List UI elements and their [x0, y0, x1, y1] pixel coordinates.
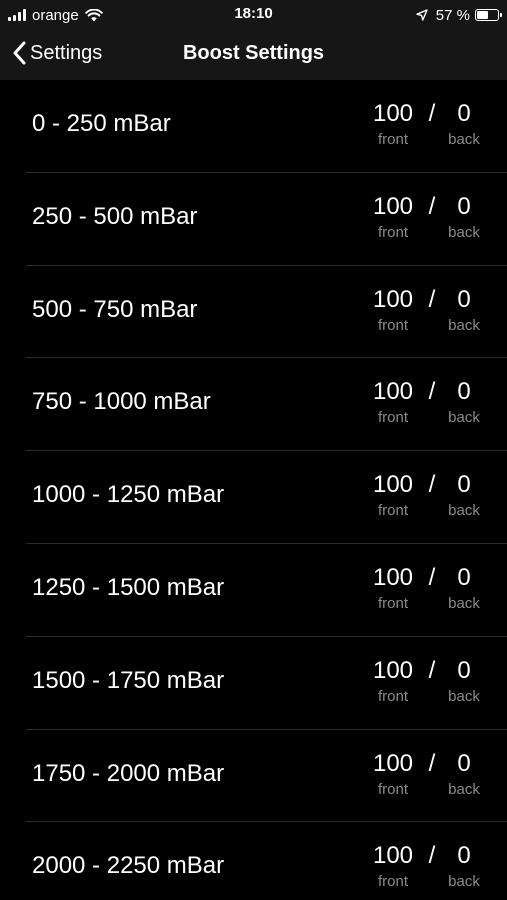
- front-caption: front: [377, 316, 408, 334]
- battery-percentage: 57 %: [435, 6, 470, 24]
- pressure-range-row[interactable]: 1000 - 1250 mBar 100 / 0 front back: [0, 451, 507, 544]
- front-caption: front: [377, 502, 408, 520]
- ratio-separator: /: [428, 563, 436, 591]
- front-caption: front: [377, 780, 408, 798]
- distribution-ratio: 100 / 0 front back: [358, 750, 498, 802]
- distribution-ratio: 100 / 0 front back: [358, 100, 498, 152]
- pressure-range-row[interactable]: 1250 - 1500 mBar 100 / 0 front back: [0, 543, 507, 637]
- distribution-ratio: 100 / 0 front back: [358, 471, 498, 523]
- distribution-ratio: 100 / 0 front back: [358, 378, 498, 430]
- ratio-separator: /: [428, 842, 436, 870]
- pressure-range-label: 1000 - 1250 mBar: [32, 481, 225, 509]
- back-value: 0: [457, 285, 471, 313]
- back-caption: back: [448, 131, 480, 148]
- front-caption: front: [377, 131, 408, 148]
- chevron-left-icon: [13, 41, 26, 65]
- back-caption: back: [448, 316, 480, 334]
- distribution-ratio: 100 / 0 front back: [358, 657, 498, 709]
- pressure-range-label: 1500 - 1750 mBar: [32, 666, 225, 694]
- pressure-range-row[interactable]: 500 - 750 mBar 100 / 0 front back: [0, 265, 507, 359]
- ratio-separator: /: [428, 656, 436, 684]
- back-value: 0: [457, 378, 471, 406]
- front-value: 100: [372, 378, 414, 406]
- ratio-separator: /: [428, 749, 436, 777]
- front-caption: front: [377, 594, 408, 612]
- front-caption: front: [377, 409, 408, 427]
- front-value: 100: [372, 285, 414, 313]
- ratio-separator: /: [428, 378, 436, 406]
- front-caption: front: [377, 687, 408, 705]
- back-value: 0: [457, 100, 471, 127]
- front-value: 100: [372, 192, 414, 220]
- pressure-range-label: 0 - 250 mBar: [32, 110, 171, 137]
- back-caption: back: [448, 409, 480, 427]
- back-value: 0: [457, 563, 471, 591]
- front-value: 100: [372, 749, 414, 777]
- front-value: 100: [372, 563, 414, 591]
- front-caption: front: [377, 873, 408, 891]
- back-value: 0: [457, 749, 471, 777]
- pressure-range-label: 250 - 500 mBar: [32, 202, 198, 230]
- front-value: 100: [372, 471, 414, 499]
- boost-settings-list: 0 - 250 mBar 100 / 0 front back 250 - 50…: [0, 80, 507, 900]
- battery-level-fill: [477, 11, 488, 19]
- back-value: 0: [457, 656, 471, 684]
- back-value: 0: [457, 842, 471, 870]
- back-value: 0: [457, 471, 471, 499]
- back-caption: back: [448, 223, 480, 241]
- front-value: 100: [372, 842, 414, 870]
- pressure-range-row[interactable]: 0 - 250 mBar 100 / 0 front back: [0, 80, 507, 173]
- battery-icon: [475, 9, 502, 21]
- pressure-range-label: 500 - 750 mBar: [32, 295, 198, 323]
- back-button-label: Settings: [30, 41, 103, 64]
- ratio-separator: /: [428, 285, 436, 313]
- pressure-range-row[interactable]: 250 - 500 mBar 100 / 0 front back: [0, 172, 507, 266]
- pressure-range-label: 750 - 1000 mBar: [32, 388, 211, 416]
- status-bar: orange 18:10 57 %: [0, 0, 507, 30]
- ratio-separator: /: [428, 471, 436, 499]
- pressure-range-label: 2000 - 2250 mBar: [32, 852, 225, 880]
- back-value: 0: [457, 192, 471, 220]
- navigation-bar: Settings Boost Settings: [0, 30, 507, 80]
- pressure-range-row[interactable]: 1500 - 1750 mBar 100 / 0 front back: [0, 636, 507, 730]
- pressure-range-row[interactable]: 2000 - 2250 mBar 100 / 0 front back: [0, 822, 507, 900]
- ratio-separator: /: [428, 192, 436, 220]
- front-value: 100: [372, 656, 414, 684]
- front-caption: front: [377, 223, 408, 241]
- pressure-range-row[interactable]: 1750 - 2000 mBar 100 / 0 front back: [0, 729, 507, 823]
- back-caption: back: [448, 687, 480, 705]
- ratio-separator: /: [428, 100, 436, 127]
- screen: orange 18:10 57 % Settings Boost Setting…: [0, 0, 507, 900]
- distribution-ratio: 100 / 0 front back: [358, 193, 498, 245]
- distribution-ratio: 100 / 0 front back: [358, 286, 498, 338]
- distribution-ratio: 100 / 0 front back: [358, 564, 498, 616]
- status-right: 57 %: [416, 6, 502, 24]
- pressure-range-row[interactable]: 750 - 1000 mBar 100 / 0 front back: [0, 358, 507, 452]
- distribution-ratio: 100 / 0 front back: [358, 842, 498, 894]
- back-caption: back: [448, 873, 480, 891]
- location-arrow-icon: [416, 9, 428, 21]
- pressure-range-label: 1250 - 1500 mBar: [32, 573, 225, 601]
- back-button[interactable]: Settings: [12, 30, 102, 76]
- back-caption: back: [448, 502, 480, 520]
- pressure-range-label: 1750 - 2000 mBar: [32, 759, 225, 787]
- back-caption: back: [448, 780, 480, 798]
- front-value: 100: [372, 100, 414, 127]
- back-caption: back: [448, 594, 480, 612]
